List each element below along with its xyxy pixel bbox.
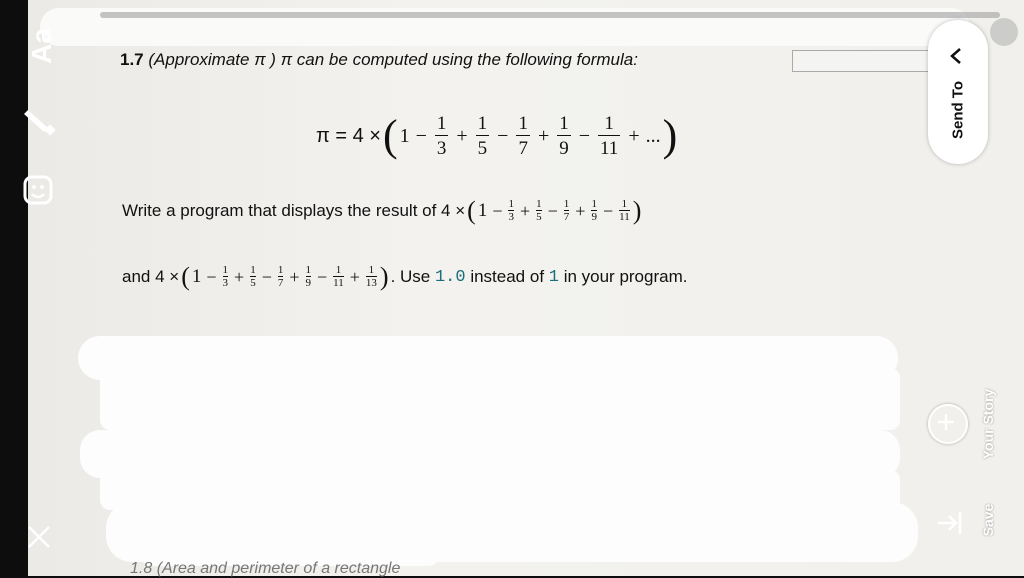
code-literal: 1.0	[434, 267, 466, 287]
fraction: 13	[508, 198, 514, 223]
pen-icon[interactable]	[22, 102, 56, 141]
formula-fraction: 17	[516, 113, 530, 159]
fraction: 17	[563, 198, 570, 223]
save-button[interactable]: Save	[980, 504, 996, 537]
code-literal: 1	[548, 267, 559, 287]
close-icon[interactable]	[26, 524, 52, 555]
fraction: 15	[536, 198, 542, 223]
text-tool-button[interactable]: Aa	[26, 28, 58, 64]
exercise-title: (Approximate π ) π can be computed using…	[148, 50, 638, 69]
fraction: 13	[222, 264, 229, 289]
formula-fraction: 13	[434, 113, 449, 159]
add-story-icon[interactable]	[928, 404, 968, 444]
formula-close-paren: )	[662, 111, 678, 160]
instruction-line-2: and 4 × ( 1 − 13 + 15 − 17 + 19 − 1 11 + …	[122, 262, 688, 291]
formula-term: 1	[399, 124, 410, 147]
fraction: 15	[250, 264, 256, 289]
formula-fraction: 1 11	[598, 113, 621, 159]
redaction-blob	[100, 368, 900, 430]
chevron-right-icon	[946, 45, 968, 72]
formula-lhs: π = 4 ×	[316, 124, 381, 147]
formula-operator: +	[537, 124, 550, 147]
fraction: 1 13	[365, 264, 377, 289]
instruction-text-1: Write a program that displays the result…	[122, 201, 466, 220]
fraction: 19	[305, 264, 311, 289]
formula-operator: −	[578, 124, 591, 147]
send-to-label: Send To	[949, 80, 967, 140]
instruction-text-2: and 4 ×	[122, 267, 180, 286]
save-download-icon[interactable]	[932, 506, 966, 545]
formula-operator: +	[628, 124, 640, 147]
formula-fraction: 15	[475, 113, 490, 159]
formula-fraction: 19	[557, 113, 571, 159]
formula-operator: −	[415, 124, 427, 147]
formula-terms: 1−1 3 +1 5−1 7 +1 9−1 11 +...	[400, 114, 661, 158]
pi-formula: π = 4 × ( 1−1 3 +1 5−1 7 +1 9−1 11 +... )	[316, 108, 679, 164]
dismiss-dot	[990, 18, 1018, 46]
formula-operator: +	[456, 124, 468, 147]
formula-operator: −	[497, 124, 509, 147]
fraction: 1 11	[333, 264, 344, 289]
fraction: 1 11	[619, 198, 630, 223]
formula-term: ...	[645, 124, 661, 147]
next-exercise-partial: 1.8 (Area and perimeter of a rectangle	[130, 560, 401, 577]
formula-open-paren: (	[382, 111, 398, 160]
exercise-number: 1.7	[120, 50, 144, 69]
exercise-heading: 1.7 (Approximate π ) π can be computed u…	[120, 50, 638, 70]
fraction: 19	[591, 198, 597, 223]
your-story-button[interactable]: Your Story	[980, 389, 996, 460]
redaction-top	[40, 8, 1000, 46]
sticker-icon[interactable]	[22, 174, 56, 213]
fraction: 17	[277, 264, 284, 289]
instruction-line-1: Write a program that displays the result…	[122, 196, 642, 225]
